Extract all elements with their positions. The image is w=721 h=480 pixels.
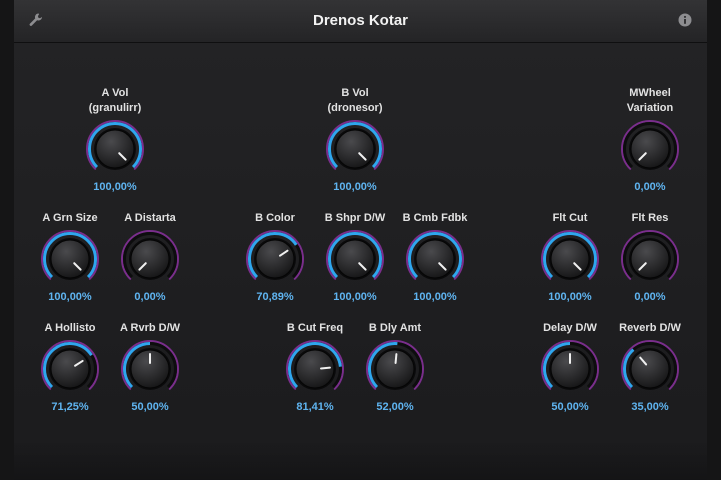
knob-value: 100,00% bbox=[413, 291, 457, 303]
knob-body bbox=[335, 129, 375, 169]
window-title: Drenos Kotar bbox=[312, 12, 409, 29]
b-shpr-dw-knob[interactable] bbox=[324, 228, 386, 290]
knob-body bbox=[95, 129, 135, 169]
title-bar: Drenos Kotar bbox=[14, 0, 707, 43]
knob-cell-flt-res: Flt Res 0,00% bbox=[595, 211, 705, 303]
knob-label: B Vol (dronesor) bbox=[327, 87, 383, 114]
reverb-dw-knob[interactable] bbox=[619, 338, 681, 400]
a-vol-knob[interactable] bbox=[84, 118, 146, 180]
knob-label: MWheel Variation bbox=[626, 87, 674, 114]
flt-cut-knob[interactable] bbox=[539, 228, 601, 290]
b-dly-amt-knob[interactable] bbox=[364, 338, 426, 400]
mwheel-variation-knob[interactable] bbox=[619, 118, 681, 180]
knob-label: A Vol (granulirr) bbox=[88, 87, 142, 114]
b-cut-freq-knob[interactable] bbox=[284, 338, 346, 400]
plugin-window: Drenos Kotar A Vol (granulirr) 100,00% B… bbox=[0, 0, 721, 480]
knob-cell-a-rvrb-dw: A Rvrb D/W 50,00% bbox=[95, 321, 205, 413]
knob-value: 35,00% bbox=[631, 401, 669, 413]
knob-body bbox=[130, 239, 170, 279]
knob-label: B Cmb Fdbk bbox=[402, 212, 468, 224]
knob-pointer bbox=[319, 366, 331, 370]
right-rail bbox=[706, 0, 721, 480]
knob-body bbox=[630, 239, 670, 279]
knob-cell-a-vol: A Vol (granulirr) 100,00% bbox=[60, 86, 170, 193]
info-icon[interactable] bbox=[677, 12, 693, 28]
knob-cell-mwheel-variation: MWheel Variation 0,00% bbox=[595, 86, 705, 193]
knob-body bbox=[375, 349, 415, 389]
delay-dw-knob[interactable] bbox=[539, 338, 601, 400]
knob-value: 100,00% bbox=[93, 181, 137, 193]
knob-value: 0,00% bbox=[634, 291, 666, 303]
knob-label: B Dly Amt bbox=[368, 322, 422, 334]
knob-cell-b-cmb-fdbk: B Cmb Fdbk 100,00% bbox=[380, 211, 490, 303]
knob-value: 0,00% bbox=[134, 291, 166, 303]
knob-cell-b-vol: B Vol (dronesor) 100,00% bbox=[300, 86, 410, 193]
knob-body bbox=[50, 349, 90, 389]
knob-pointer bbox=[394, 353, 398, 365]
knob-cell-reverb-dw: Reverb D/W 35,00% bbox=[595, 321, 705, 413]
knob-body bbox=[630, 349, 670, 389]
knob-body bbox=[255, 239, 295, 279]
b-cmb-fdbk-knob[interactable] bbox=[404, 228, 466, 290]
flt-res-knob[interactable] bbox=[619, 228, 681, 290]
panel-bottom-shade bbox=[14, 440, 707, 480]
knob-body bbox=[335, 239, 375, 279]
knob-body bbox=[630, 129, 670, 169]
a-grn-size-knob[interactable] bbox=[39, 228, 101, 290]
b-vol-knob[interactable] bbox=[324, 118, 386, 180]
a-distarta-knob[interactable] bbox=[119, 228, 181, 290]
knob-cell-a-distarta: A Distarta 0,00% bbox=[95, 211, 205, 303]
knob-label: A Distarta bbox=[124, 212, 176, 224]
knob-body bbox=[295, 349, 335, 389]
knob-label: A Rvrb D/W bbox=[119, 322, 181, 334]
knob-value: 100,00% bbox=[333, 181, 377, 193]
knob-label: Reverb D/W bbox=[619, 322, 681, 334]
knob-body bbox=[50, 239, 90, 279]
knob-value: 50,00% bbox=[131, 401, 169, 413]
knob-body bbox=[415, 239, 455, 279]
knob-cell-b-dly-amt: B Dly Amt 52,00% bbox=[340, 321, 450, 413]
knob-label: Flt Res bbox=[631, 212, 669, 224]
a-rvrb-dw-knob[interactable] bbox=[119, 338, 181, 400]
knob-value: 52,00% bbox=[376, 401, 414, 413]
knob-body bbox=[550, 239, 590, 279]
knob-value: 0,00% bbox=[634, 181, 666, 193]
b-color-knob[interactable] bbox=[244, 228, 306, 290]
left-rail bbox=[0, 0, 15, 480]
a-hollisto-knob[interactable] bbox=[39, 338, 101, 400]
